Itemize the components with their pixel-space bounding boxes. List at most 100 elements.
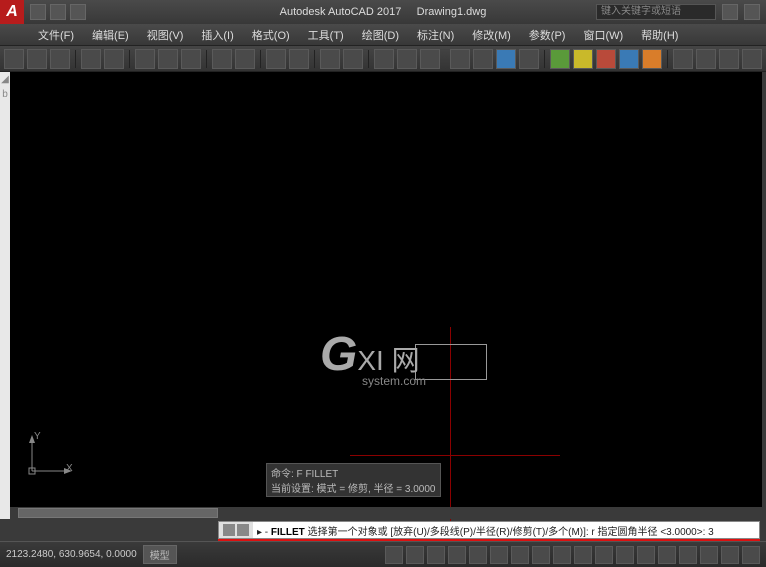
horizontal-scrollbar[interactable] [10,507,762,519]
tb-r1-icon[interactable] [673,49,693,69]
help-icon[interactable] [744,4,760,20]
coordinates: 2123.2480, 630.9654, 0.0000 [6,549,137,560]
menu-modify[interactable]: 修改(M) [464,25,519,45]
tb-open-icon[interactable] [27,49,47,69]
menu-tools[interactable]: 工具(T) [300,25,352,45]
menu-bar: 文件(F) 编辑(E) 视图(V) 插入(I) 格式(O) 工具(T) 绘图(D… [0,24,766,46]
tb-render-orange-icon[interactable] [642,49,662,69]
st-ortho-icon[interactable] [427,546,445,564]
crosshair-horizontal [350,455,560,456]
sign-in-icon[interactable] [722,4,738,20]
command-prompt[interactable]: ▸ - FILLET 选择第一个对象或 [放弃(U)/多段线(P)/半径(R)/… [253,523,759,538]
tb-zoom-icon[interactable] [289,49,309,69]
tb-undo-icon[interactable] [212,49,232,69]
status-bar: 2123.2480, 630.9654, 0.0000 模型 [0,541,766,567]
tb-print-icon[interactable] [81,49,101,69]
tb-render-blue-icon[interactable] [619,49,639,69]
tb-r4-icon[interactable] [742,49,762,69]
tb-paste-icon[interactable] [181,49,201,69]
st-anno-icon[interactable] [595,546,613,564]
st-otrack-icon[interactable] [490,546,508,564]
tb-render-red-icon[interactable] [596,49,616,69]
selection-pickbox [415,344,487,380]
model-tab[interactable]: 模型 [143,545,177,564]
cmd-text: 选择第一个对象或 [放弃(U)/多段线(P)/半径(R)/修剪(T)/多个(M)… [308,527,714,538]
ucs-y-label: Y [34,431,41,442]
window-title: Autodesk AutoCAD 2017 Drawing1.dwg [280,6,487,18]
command-history: 命令: F FILLET 当前设置: 模式 = 修剪, 半径 = 3.0000 [266,463,441,497]
qat-new-icon[interactable] [30,4,46,20]
tb-misc3-icon[interactable] [420,49,440,69]
menu-edit[interactable]: 编辑(E) [84,25,137,45]
st-custom-icon[interactable] [742,546,760,564]
tb-layer-icon[interactable] [320,49,340,69]
st-hw-icon[interactable] [700,546,718,564]
command-line[interactable]: ▸ - FILLET 选择第一个对象或 [放弃(U)/多段线(P)/半径(R)/… [218,521,760,539]
title-bar: A Autodesk AutoCAD 2017 Drawing1.dwg 键入关… [0,0,766,24]
menu-view[interactable]: 视图(V) [139,25,192,45]
tb-save-icon[interactable] [50,49,70,69]
st-grid-icon[interactable] [385,546,403,564]
st-ducs-icon[interactable] [511,546,529,564]
st-monitor-icon[interactable] [658,546,676,564]
qat-save-icon[interactable] [70,4,86,20]
st-clean-icon[interactable] [721,546,739,564]
st-dyn-icon[interactable] [532,546,550,564]
menu-window[interactable]: 窗口(W) [575,25,631,45]
tb-vs-blue-icon[interactable] [496,49,516,69]
tb-pan-icon[interactable] [266,49,286,69]
file-name: Drawing1.dwg [417,6,487,18]
quick-access-toolbar [30,4,86,20]
menu-draw[interactable]: 绘图(D) [354,25,407,45]
app-name: Autodesk AutoCAD 2017 [280,6,402,18]
scroll-thumb[interactable] [18,508,218,518]
tb-misc2-icon[interactable] [397,49,417,69]
tb-render-yellow-icon[interactable] [573,49,593,69]
left-gutter: ◢ b [0,72,10,519]
menu-format[interactable]: 格式(O) [244,25,298,45]
cmd-recent-icon[interactable] [237,524,249,536]
gutter-glyph1: ◢ [0,72,10,87]
tb-new-icon[interactable] [4,49,24,69]
st-lwt-icon[interactable] [553,546,571,564]
tb-r2-icon[interactable] [696,49,716,69]
tb-props-icon[interactable] [343,49,363,69]
tb-render-green-icon[interactable] [550,49,570,69]
menu-insert[interactable]: 插入(I) [193,25,241,45]
st-polar-icon[interactable] [448,546,466,564]
menu-parametric[interactable]: 参数(P) [521,25,574,45]
tb-preview-icon[interactable] [104,49,124,69]
tb-redo-icon[interactable] [235,49,255,69]
tb-r3-icon[interactable] [719,49,739,69]
watermark: GXI 网 system.com [320,327,426,388]
st-scale-icon[interactable] [616,546,634,564]
drawing-area[interactable]: GXI 网 system.com Y X 命令: F FILLET 当前设置: … [10,72,762,519]
st-osnap-icon[interactable] [469,546,487,564]
cmd-close-icon[interactable] [223,524,235,536]
menu-file[interactable]: 文件(F) [30,25,82,45]
st-model-icon[interactable] [574,546,592,564]
st-ws-icon[interactable] [637,546,655,564]
st-iso-icon[interactable] [679,546,697,564]
tb-copy-icon[interactable] [158,49,178,69]
tb-vs2-icon[interactable] [473,49,493,69]
tb-misc1-icon[interactable] [374,49,394,69]
ucs-x-label: X [66,463,73,474]
watermark-rest: XI 网 [357,345,419,376]
cmd-history-line-0: 命令: F FILLET [271,465,436,480]
cmd-history-line-1: 当前设置: 模式 = 修剪, 半径 = 3.0000 [271,480,436,495]
menu-help[interactable]: 帮助(H) [633,25,686,45]
tb-cut-icon[interactable] [135,49,155,69]
ucs-icon: Y X [24,435,74,479]
watermark-g: G [320,328,357,381]
app-logo[interactable]: A [0,0,24,24]
tb-vs1-icon[interactable] [450,49,470,69]
main-toolbar [0,46,766,72]
cmd-name: FILLET [271,527,305,538]
menu-dimension[interactable]: 标注(N) [409,25,462,45]
info-search-input[interactable]: 键入关键字或短语 [596,4,716,20]
tb-vs4-icon[interactable] [519,49,539,69]
gutter-glyph2: b [0,87,10,102]
st-snap-icon[interactable] [406,546,424,564]
qat-open-icon[interactable] [50,4,66,20]
